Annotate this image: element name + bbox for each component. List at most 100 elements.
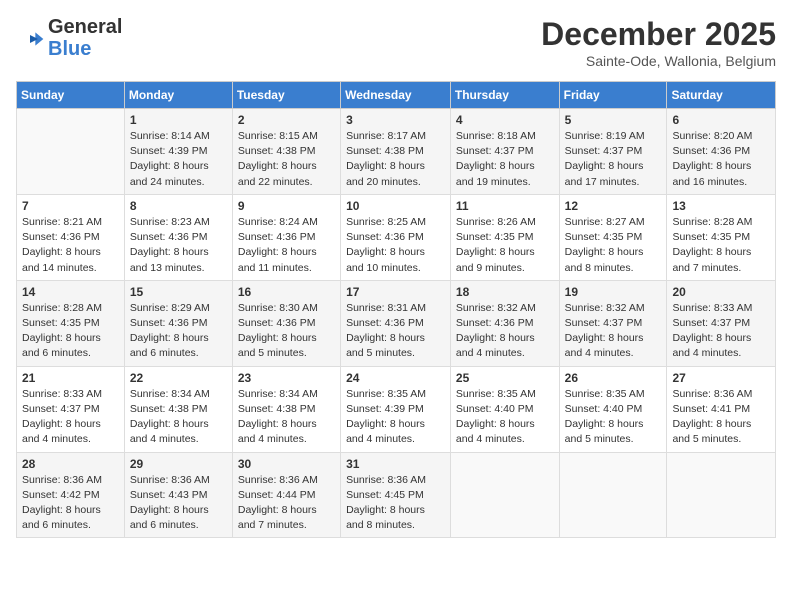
day-info: Sunrise: 8:29 AM Sunset: 4:36 PM Dayligh… <box>130 301 227 362</box>
day-cell: 4 Sunrise: 8:18 AM Sunset: 4:37 PM Daylig… <box>450 109 559 195</box>
day-cell: 20 Sunrise: 8:33 AM Sunset: 4:37 PM Dayli… <box>667 280 776 366</box>
day-cell: 22 Sunrise: 8:34 AM Sunset: 4:38 PM Dayli… <box>124 366 232 452</box>
day-cell: 19 Sunrise: 8:32 AM Sunset: 4:37 PM Dayli… <box>559 280 667 366</box>
col-sunday: Sunday <box>17 82 125 109</box>
col-wednesday: Wednesday <box>341 82 451 109</box>
day-info: Sunrise: 8:36 AM Sunset: 4:45 PM Dayligh… <box>346 473 445 534</box>
day-info: Sunrise: 8:36 AM Sunset: 4:43 PM Dayligh… <box>130 473 227 534</box>
day-cell: 17 Sunrise: 8:31 AM Sunset: 4:36 PM Dayli… <box>341 280 451 366</box>
day-number: 16 <box>238 285 335 299</box>
day-number: 19 <box>565 285 662 299</box>
day-info: Sunrise: 8:34 AM Sunset: 4:38 PM Dayligh… <box>130 387 227 448</box>
col-tuesday: Tuesday <box>232 82 340 109</box>
day-info: Sunrise: 8:36 AM Sunset: 4:42 PM Dayligh… <box>22 473 119 534</box>
day-info: Sunrise: 8:33 AM Sunset: 4:37 PM Dayligh… <box>672 301 770 362</box>
day-info: Sunrise: 8:33 AM Sunset: 4:37 PM Dayligh… <box>22 387 119 448</box>
logo-line2: Blue <box>48 38 91 60</box>
day-cell: 5 Sunrise: 8:19 AM Sunset: 4:37 PM Daylig… <box>559 109 667 195</box>
day-cell: 11Sunrise: 8:26 AM Sunset: 4:35 PM Dayli… <box>450 194 559 280</box>
day-info: Sunrise: 8:18 AM Sunset: 4:37 PM Dayligh… <box>456 129 554 190</box>
day-number: 30 <box>238 457 335 471</box>
col-monday: Monday <box>124 82 232 109</box>
day-info: Sunrise: 8:15 AM Sunset: 4:38 PM Dayligh… <box>238 129 335 190</box>
day-cell: 29Sunrise: 8:36 AM Sunset: 4:43 PM Dayli… <box>124 452 232 538</box>
day-number: 18 <box>456 285 554 299</box>
day-info: Sunrise: 8:34 AM Sunset: 4:38 PM Dayligh… <box>238 387 335 448</box>
day-info: Sunrise: 8:21 AM Sunset: 4:36 PM Dayligh… <box>22 215 119 276</box>
day-number: 22 <box>130 371 227 385</box>
col-friday: Friday <box>559 82 667 109</box>
day-cell <box>559 452 667 538</box>
day-cell: 9 Sunrise: 8:24 AM Sunset: 4:36 PM Daylig… <box>232 194 340 280</box>
day-cell: 26 Sunrise: 8:35 AM Sunset: 4:40 PM Dayli… <box>559 366 667 452</box>
day-number: 7 <box>22 199 119 213</box>
day-cell: 27 Sunrise: 8:36 AM Sunset: 4:41 PM Dayli… <box>667 366 776 452</box>
logo-line1: General <box>48 16 122 38</box>
day-number: 27 <box>672 371 770 385</box>
day-number: 5 <box>565 113 662 127</box>
day-cell <box>17 109 125 195</box>
day-info: Sunrise: 8:30 AM Sunset: 4:36 PM Dayligh… <box>238 301 335 362</box>
page-header: General Blue December 2025 Sainte-Ode, W… <box>16 16 776 69</box>
title-block: December 2025 Sainte-Ode, Wallonia, Belg… <box>541 16 776 69</box>
day-info: Sunrise: 8:35 AM Sunset: 4:40 PM Dayligh… <box>456 387 554 448</box>
day-cell: 8Sunrise: 8:23 AM Sunset: 4:36 PM Daylig… <box>124 194 232 280</box>
day-cell <box>667 452 776 538</box>
day-number: 10 <box>346 199 445 213</box>
day-number: 4 <box>456 113 554 127</box>
day-info: Sunrise: 8:35 AM Sunset: 4:40 PM Dayligh… <box>565 387 662 448</box>
day-number: 17 <box>346 285 445 299</box>
day-number: 24 <box>346 371 445 385</box>
day-info: Sunrise: 8:28 AM Sunset: 4:35 PM Dayligh… <box>672 215 770 276</box>
day-info: Sunrise: 8:24 AM Sunset: 4:36 PM Dayligh… <box>238 215 335 276</box>
day-number: 6 <box>672 113 770 127</box>
day-number: 31 <box>346 457 445 471</box>
day-number: 3 <box>346 113 445 127</box>
day-number: 20 <box>672 285 770 299</box>
day-cell: 1Sunrise: 8:14 AM Sunset: 4:39 PM Daylig… <box>124 109 232 195</box>
day-cell: 15 Sunrise: 8:29 AM Sunset: 4:36 PM Dayli… <box>124 280 232 366</box>
day-cell: 16 Sunrise: 8:30 AM Sunset: 4:36 PM Dayli… <box>232 280 340 366</box>
day-cell: 10Sunrise: 8:25 AM Sunset: 4:36 PM Dayli… <box>341 194 451 280</box>
day-info: Sunrise: 8:20 AM Sunset: 4:36 PM Dayligh… <box>672 129 770 190</box>
day-info: Sunrise: 8:36 AM Sunset: 4:41 PM Dayligh… <box>672 387 770 448</box>
day-info: Sunrise: 8:28 AM Sunset: 4:35 PM Dayligh… <box>22 301 119 362</box>
day-cell: 31 Sunrise: 8:36 AM Sunset: 4:45 PM Dayli… <box>341 452 451 538</box>
calendar-table: Sunday Monday Tuesday Wednesday Thursday… <box>16 81 776 538</box>
day-cell: 23 Sunrise: 8:34 AM Sunset: 4:38 PM Dayli… <box>232 366 340 452</box>
logo-icon <box>16 31 44 47</box>
day-cell: 21 Sunrise: 8:33 AM Sunset: 4:37 PM Dayli… <box>17 366 125 452</box>
day-number: 1 <box>130 113 227 127</box>
day-cell: 24Sunrise: 8:35 AM Sunset: 4:39 PM Dayli… <box>341 366 451 452</box>
day-cell: 6 Sunrise: 8:20 AM Sunset: 4:36 PM Daylig… <box>667 109 776 195</box>
day-number: 26 <box>565 371 662 385</box>
day-number: 23 <box>238 371 335 385</box>
day-info: Sunrise: 8:32 AM Sunset: 4:37 PM Dayligh… <box>565 301 662 362</box>
day-number: 9 <box>238 199 335 213</box>
day-number: 28 <box>22 457 119 471</box>
day-number: 15 <box>130 285 227 299</box>
day-number: 14 <box>22 285 119 299</box>
day-number: 21 <box>22 371 119 385</box>
day-info: Sunrise: 8:27 AM Sunset: 4:35 PM Dayligh… <box>565 215 662 276</box>
col-thursday: Thursday <box>450 82 559 109</box>
col-saturday: Saturday <box>667 82 776 109</box>
day-info: Sunrise: 8:31 AM Sunset: 4:36 PM Dayligh… <box>346 301 445 362</box>
header-row: Sunday Monday Tuesday Wednesday Thursday… <box>17 82 776 109</box>
day-cell: 3Sunrise: 8:17 AM Sunset: 4:38 PM Daylig… <box>341 109 451 195</box>
day-cell: 12 Sunrise: 8:27 AM Sunset: 4:35 PM Dayli… <box>559 194 667 280</box>
day-info: Sunrise: 8:36 AM Sunset: 4:44 PM Dayligh… <box>238 473 335 534</box>
day-number: 12 <box>565 199 662 213</box>
week-row-0: 1Sunrise: 8:14 AM Sunset: 4:39 PM Daylig… <box>17 109 776 195</box>
day-number: 25 <box>456 371 554 385</box>
subtitle: Sainte-Ode, Wallonia, Belgium <box>541 53 776 69</box>
day-cell: 13 Sunrise: 8:28 AM Sunset: 4:35 PM Dayli… <box>667 194 776 280</box>
week-row-3: 21 Sunrise: 8:33 AM Sunset: 4:37 PM Dayli… <box>17 366 776 452</box>
day-cell: 30 Sunrise: 8:36 AM Sunset: 4:44 PM Dayli… <box>232 452 340 538</box>
day-cell: 7 Sunrise: 8:21 AM Sunset: 4:36 PM Daylig… <box>17 194 125 280</box>
day-info: Sunrise: 8:19 AM Sunset: 4:37 PM Dayligh… <box>565 129 662 190</box>
day-number: 2 <box>238 113 335 127</box>
day-number: 13 <box>672 199 770 213</box>
day-cell: 2 Sunrise: 8:15 AM Sunset: 4:38 PM Daylig… <box>232 109 340 195</box>
day-cell: 25 Sunrise: 8:35 AM Sunset: 4:40 PM Dayli… <box>450 366 559 452</box>
